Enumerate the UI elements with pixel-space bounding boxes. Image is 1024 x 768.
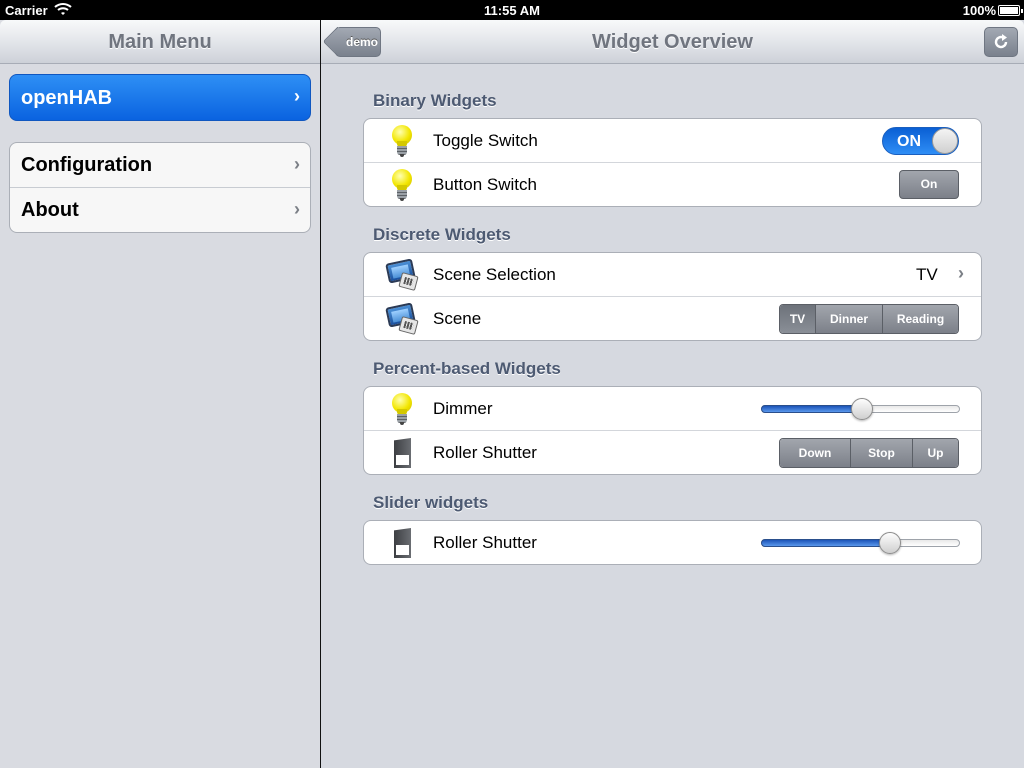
down-button[interactable]: Down [780,439,851,467]
toggle-state: ON [897,133,921,150]
lightbulb-icon [386,392,418,426]
widget-label: Roller Shutter [433,443,537,462]
scene-icon [385,302,419,336]
slider-fill [761,539,890,547]
widget-row-roller-shutter: Roller Shutter Down Stop Up [364,431,981,475]
discrete-widgets-group: Scene Selection TV › Scene TV Dinner Rea… [363,252,982,341]
detail-navbar: demo Widget Overview [321,20,1024,64]
slider-thumb[interactable] [879,532,901,554]
detail-title: Widget Overview [592,31,753,53]
battery-icon [998,5,1023,16]
widget-label: Toggle Switch [433,131,538,150]
clock: 11:55 AM [484,3,540,18]
widget-label: Scene Selection [433,265,556,284]
menu-item-about[interactable]: About › [10,188,310,233]
widget-row-dimmer: Dimmer [364,387,981,431]
status-bar: Carrier 11:55 AM 100% [0,0,1024,20]
chevron-right-icon: › [294,199,300,219]
section-header-slider: Slider widgets [373,493,489,512]
scene-icon [385,258,419,292]
roller-shutter-icon [386,436,418,470]
slider-thumb[interactable] [851,398,873,420]
menu-item-label: openHAB [21,87,113,109]
slider-widgets-group: Roller Shutter [363,520,982,565]
up-button[interactable]: Up [913,439,958,467]
lightbulb-icon [386,168,418,202]
percent-widgets-group: Dimmer Roller Shutter Down Stop Up [363,386,982,475]
widget-row-roller-shutter-slider: Roller Shutter [364,521,981,565]
on-button[interactable]: On [899,170,959,199]
dimmer-slider[interactable] [761,398,960,420]
binary-widgets-group: Toggle Switch ON Button Switch On [363,118,982,207]
toggle-knob [932,128,958,154]
widget-label: Scene [433,309,482,328]
slider-fill [761,405,862,413]
master-title: Main Menu [108,31,212,53]
refresh-icon [994,34,1008,49]
section-header-binary: Binary Widgets [373,91,497,110]
widget-row-button-switch: Button Switch On [364,163,981,207]
menu-item-configuration[interactable]: Configuration › [10,143,310,188]
lightbulb-icon [386,124,418,158]
chevron-right-icon: › [294,154,300,174]
detail-pane: demo Widget Overview Binary Widgets Togg… [321,20,1024,768]
toggle-switch[interactable]: ON [882,127,959,155]
section-header-percent: Percent-based Widgets [373,359,561,378]
roller-shutter-slider[interactable] [761,532,960,554]
segment-reading[interactable]: Reading [883,305,958,333]
widget-row-toggle-switch: Toggle Switch ON [364,119,981,163]
roller-shutter-controls: Down Stop Up [779,438,959,468]
chevron-right-icon: › [294,86,300,106]
stop-button[interactable]: Stop [851,439,913,467]
roller-shutter-icon [386,526,418,560]
widget-label: Dimmer [433,399,493,418]
menu-group: Configuration › About › [9,142,311,233]
widget-label: Roller Shutter [433,533,537,552]
segment-dinner[interactable]: Dinner [816,305,883,333]
chevron-right-icon: › [958,263,964,283]
widget-label: Button Switch [433,175,537,194]
scene-segmented-control: TV Dinner Reading [779,304,959,334]
widget-row-scene-selection[interactable]: Scene Selection TV › [364,253,981,297]
battery-percent: 100% [962,3,996,18]
refresh-button[interactable] [984,27,1018,57]
master-pane: Main Menu openHAB › Configuration › Abou… [0,20,320,768]
selection-value: TV [916,265,938,284]
master-navbar: Main Menu [0,20,320,64]
segment-tv[interactable]: TV [780,305,816,333]
menu-item-label: Configuration [21,154,153,176]
menu-item-label: About [21,199,79,221]
menu-item-openhab[interactable]: openHAB › [9,74,311,121]
widget-row-scene: Scene TV Dinner Reading [364,297,981,341]
section-header-discrete: Discrete Widgets [373,225,511,244]
